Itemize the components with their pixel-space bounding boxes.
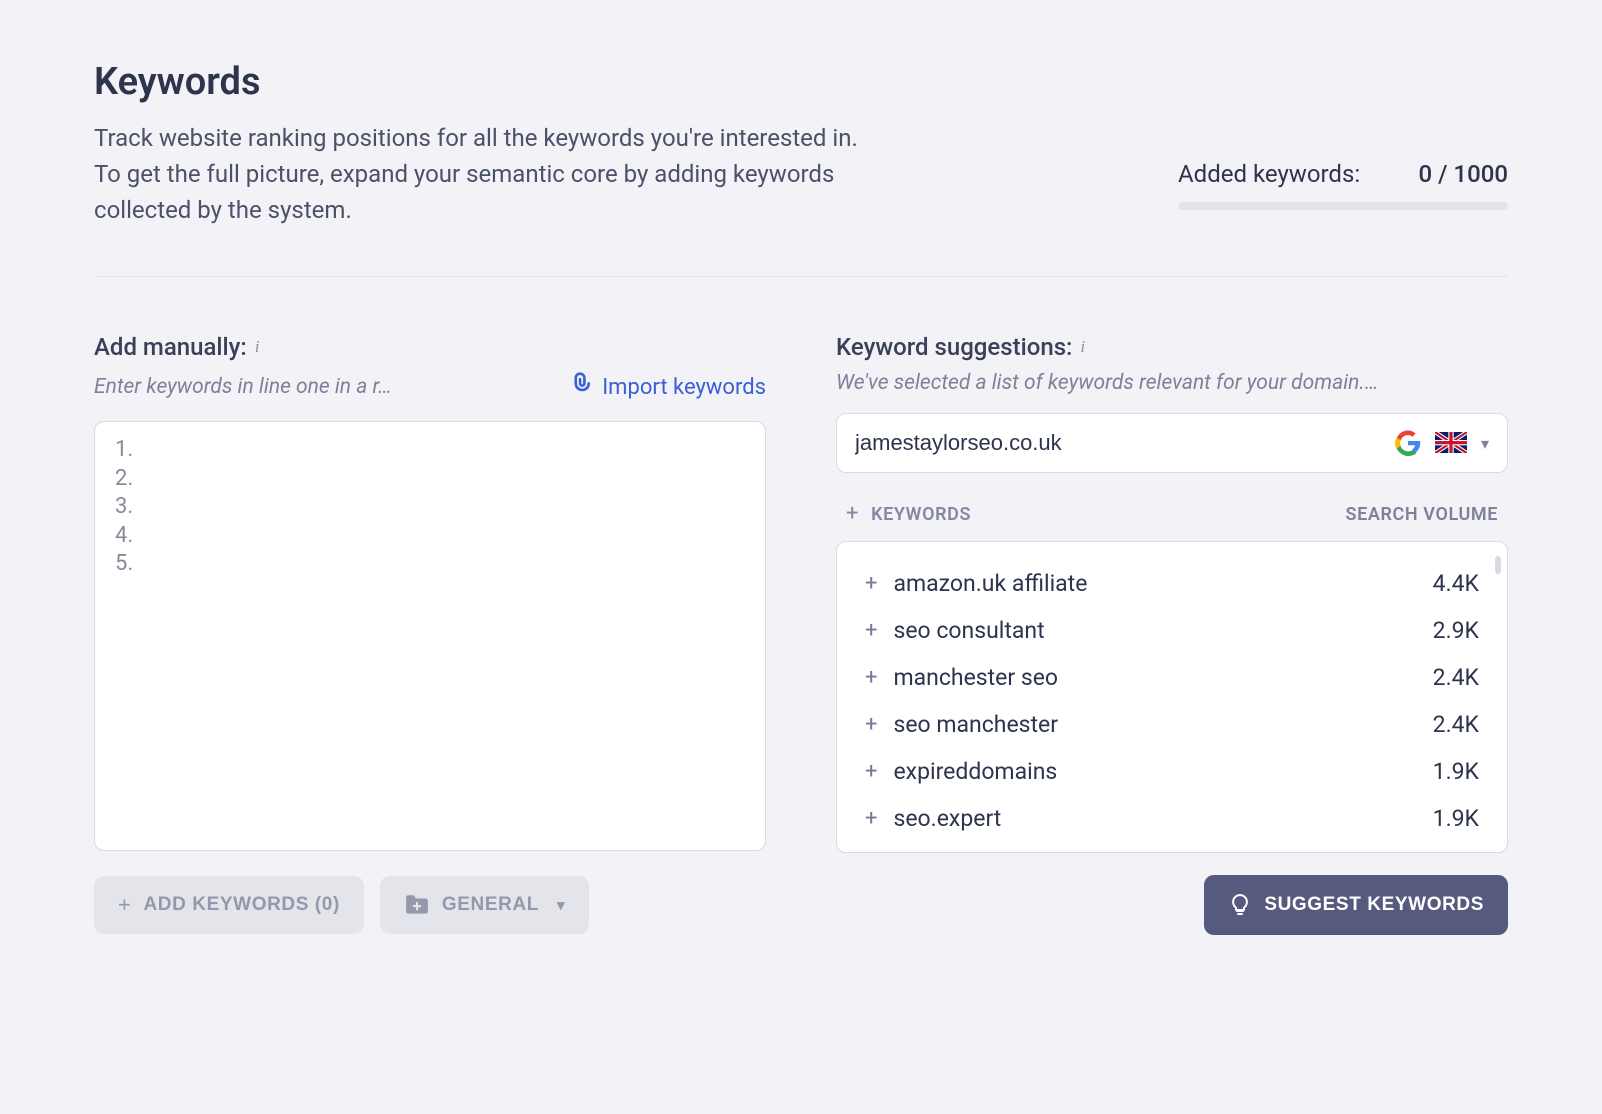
added-keywords-label: Added keywords:: [1178, 160, 1360, 188]
chevron-down-icon[interactable]: ▾: [1481, 434, 1489, 453]
footer-row: + ADD KEYWORDS (0) GENERAL ▾: [94, 875, 1508, 935]
plus-icon: +: [118, 894, 131, 916]
suggestion-list: + amazon.uk affiliate 4.4K + seo consultan…: [836, 541, 1508, 853]
page-title: Keywords: [94, 60, 874, 104]
keyword-line[interactable]: [115, 465, 745, 494]
suggestion-row[interactable]: + seo.expert 1.9K: [837, 795, 1507, 842]
info-icon[interactable]: i: [255, 337, 260, 357]
info-icon[interactable]: i: [1080, 337, 1085, 357]
suggestion-row[interactable]: + seo manchester 2.4K: [837, 701, 1507, 748]
keyword-line[interactable]: [115, 436, 745, 465]
suggestion-volume: 2.4K: [1433, 664, 1479, 691]
suggestion-keyword: seo consultant: [893, 617, 1044, 644]
folder-select-label: GENERAL: [442, 894, 539, 916]
suggestion-volume: 2.9K: [1433, 617, 1479, 644]
folder-select-button[interactable]: GENERAL ▾: [380, 876, 589, 934]
suggestion-table-header: + KEYWORDS SEARCH VOLUME: [836, 497, 1508, 541]
suggestion-row[interactable]: + expireddomains 1.9K: [837, 748, 1507, 795]
suggestion-keyword: amazon.uk affiliate: [893, 570, 1087, 597]
google-icon: [1395, 430, 1421, 456]
suggestion-keyword: manchester seo: [893, 664, 1058, 691]
keyword-suggestions-column: Keyword suggestions: i We've selected a …: [836, 333, 1508, 853]
added-keywords-progress: [1178, 202, 1508, 210]
suggestion-keyword: seo.expert: [893, 805, 1001, 832]
folder-plus-icon: [404, 894, 430, 916]
add-suggestion-icon[interactable]: +: [865, 618, 877, 643]
add-manually-column: Add manually: i Enter keywords in line o…: [94, 333, 766, 853]
keyword-suggestions-helper: We've selected a list of keywords releva…: [836, 371, 1379, 395]
keyword-textarea[interactable]: [94, 421, 766, 851]
import-keywords-label: Import keywords: [602, 375, 766, 400]
suggestion-row[interactable]: + seo consultant 2.9K: [837, 607, 1507, 654]
column-keywords: KEYWORDS: [871, 504, 971, 525]
add-suggestion-icon[interactable]: +: [865, 665, 877, 690]
lightbulb-icon: [1228, 893, 1252, 917]
keyword-line[interactable]: [115, 522, 745, 551]
added-keywords-block: Added keywords: 0 / 1000: [1178, 160, 1508, 210]
suggestion-volume: 1.9K: [1433, 805, 1479, 832]
chevron-down-icon: ▾: [557, 896, 565, 914]
suggestion-row[interactable]: + manchester seo 2.4K: [837, 654, 1507, 701]
suggestion-keyword: seo manchester: [893, 711, 1058, 738]
add-suggestion-icon[interactable]: +: [865, 759, 877, 784]
divider: [94, 276, 1508, 277]
keyword-line[interactable]: [115, 550, 745, 579]
add-suggestion-icon[interactable]: +: [865, 571, 877, 596]
suggestion-volume: 4.4K: [1433, 570, 1479, 597]
add-keywords-label: ADD KEYWORDS (0): [143, 894, 339, 916]
scrollbar-thumb[interactable]: [1495, 556, 1501, 574]
add-suggestion-icon[interactable]: +: [865, 806, 877, 831]
suggestion-row[interactable]: + amazon.uk affiliate 4.4K: [837, 560, 1507, 607]
add-all-icon[interactable]: +: [846, 503, 859, 525]
page-subtitle: Track website ranking positions for all …: [94, 120, 874, 228]
domain-input[interactable]: [855, 430, 1381, 456]
domain-selector[interactable]: ▾: [836, 413, 1508, 473]
keyword-line[interactable]: [115, 493, 745, 522]
column-search-volume: SEARCH VOLUME: [1346, 504, 1498, 525]
header-row: Keywords Track website ranking positions…: [94, 60, 1508, 228]
suggest-keywords-label: SUGGEST KEYWORDS: [1264, 894, 1484, 916]
attachment-icon: [566, 371, 592, 403]
suggestion-volume: 1.9K: [1433, 758, 1479, 785]
add-manually-title: Add manually:: [94, 333, 247, 361]
uk-flag-icon: [1435, 432, 1467, 454]
suggest-keywords-button[interactable]: SUGGEST KEYWORDS: [1204, 875, 1508, 935]
keywords-panel: Keywords Track website ranking positions…: [0, 0, 1602, 975]
import-keywords-link[interactable]: Import keywords: [566, 371, 766, 403]
added-keywords-count: 0 / 1000: [1419, 160, 1509, 188]
add-keywords-button[interactable]: + ADD KEYWORDS (0): [94, 876, 364, 934]
keyword-suggestions-title: Keyword suggestions:: [836, 333, 1072, 361]
add-manually-helper: Enter keywords in line one in a r…: [94, 375, 392, 399]
add-suggestion-icon[interactable]: +: [865, 712, 877, 737]
suggestion-keyword: expireddomains: [893, 758, 1057, 785]
suggestion-volume: 2.4K: [1433, 711, 1479, 738]
